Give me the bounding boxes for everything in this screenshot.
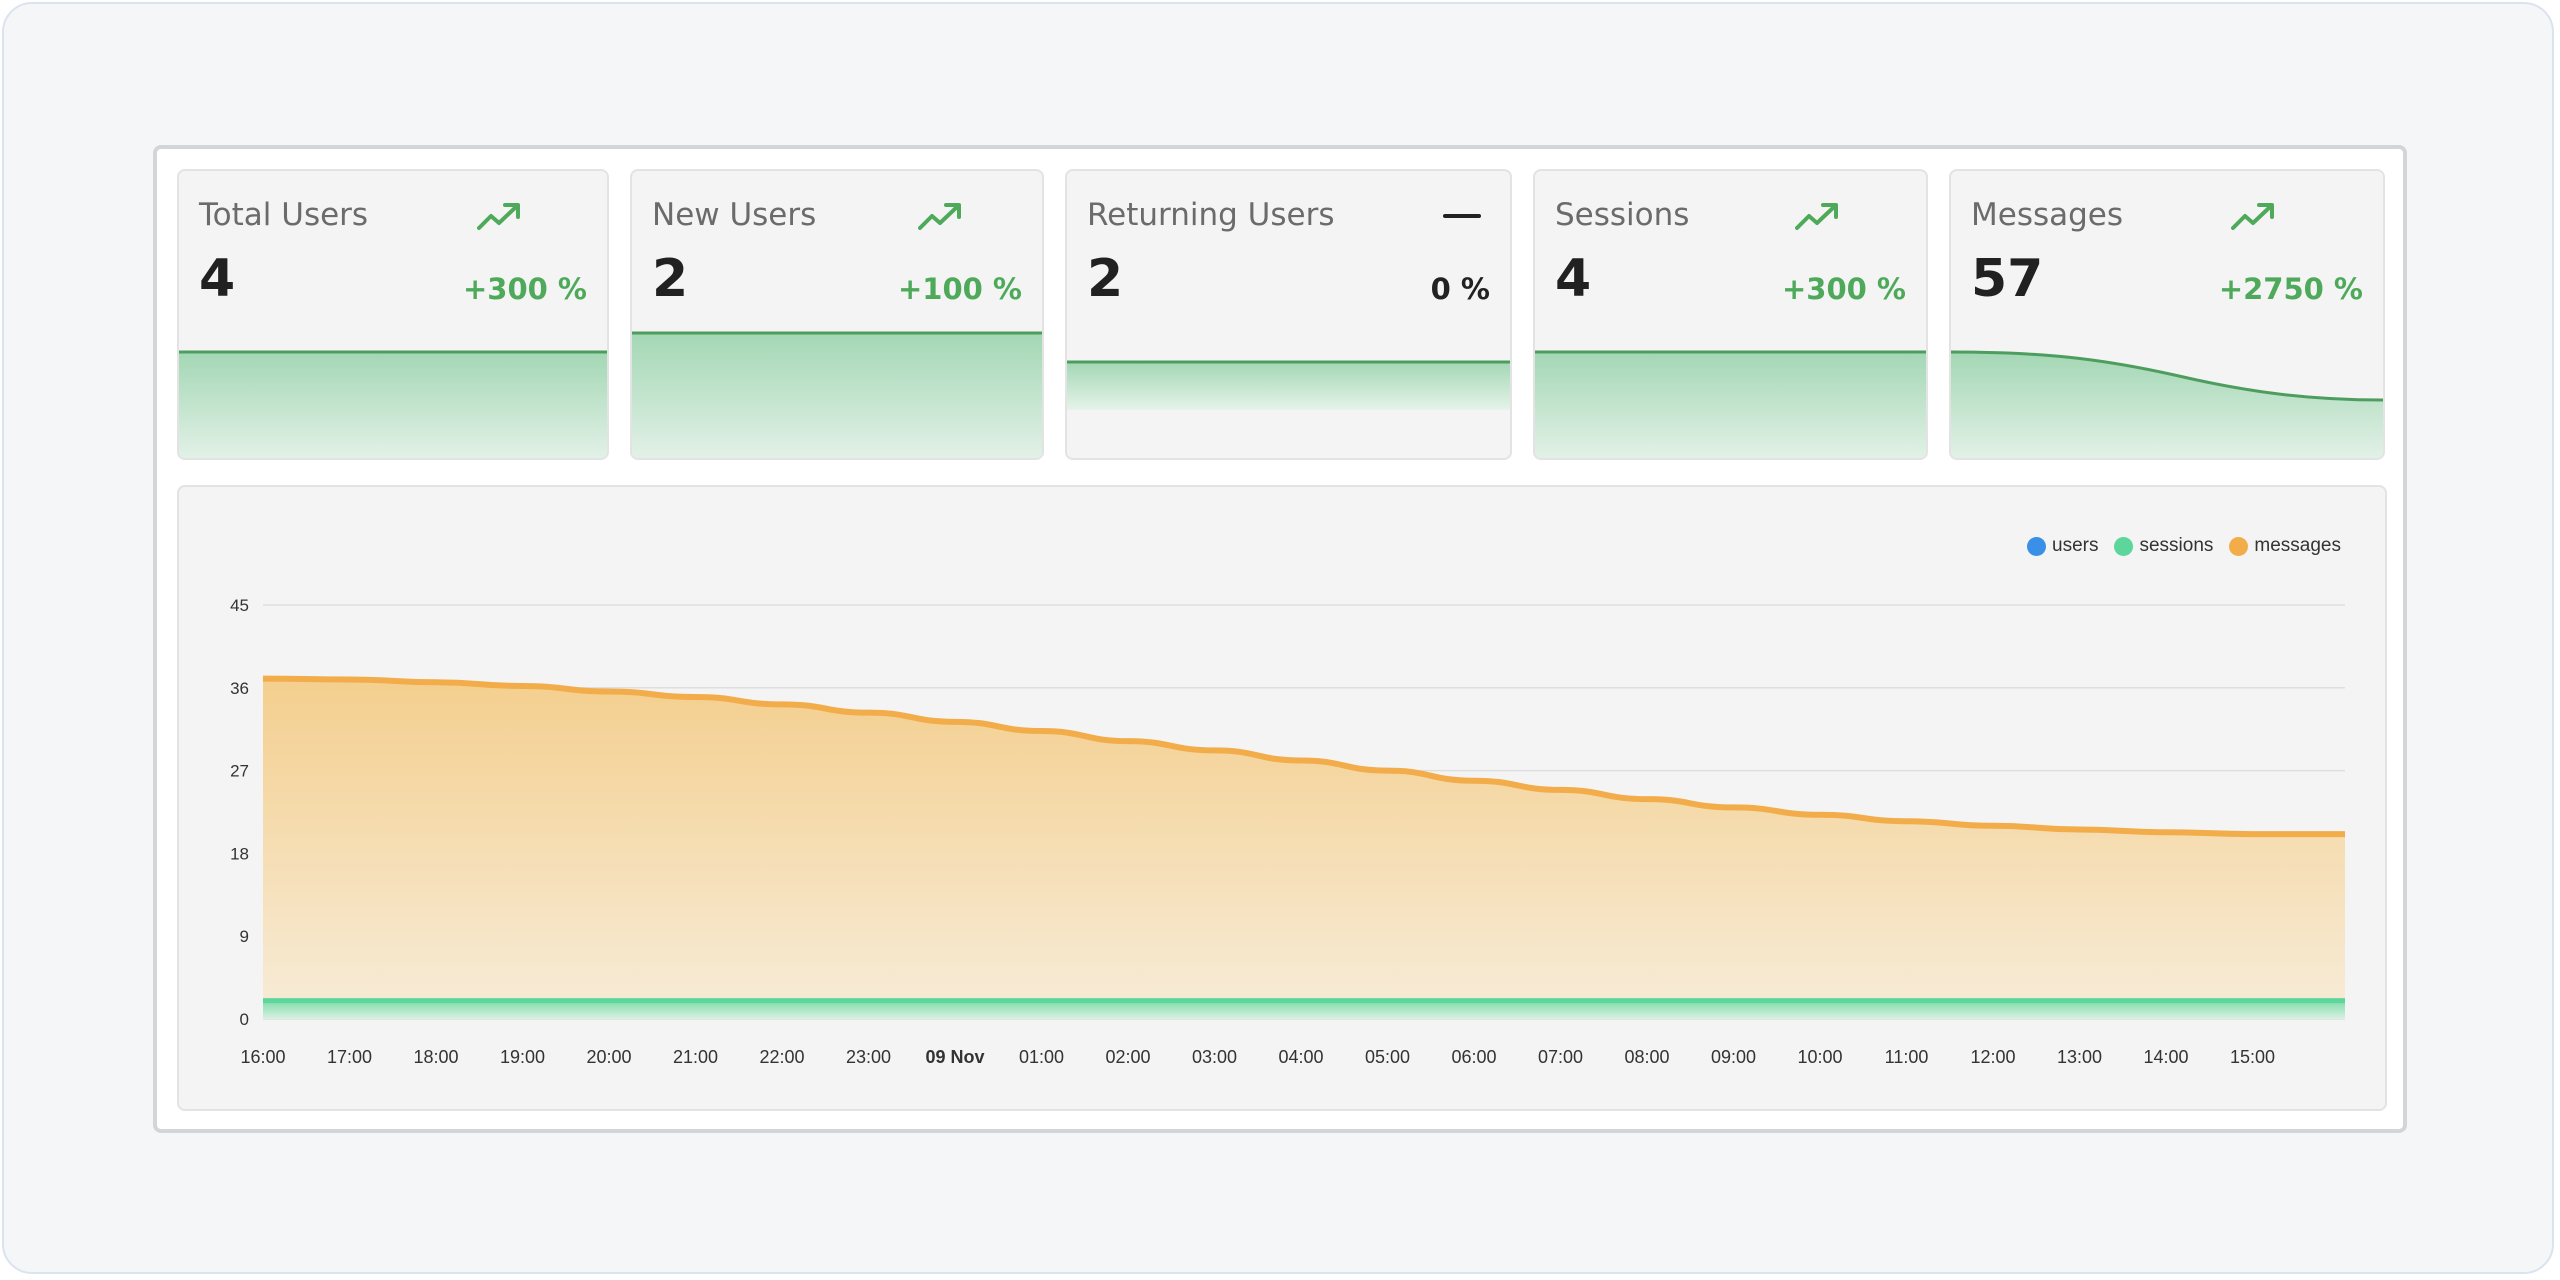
x-tick-label: 13:00 [2057, 1047, 2102, 1067]
y-tick-label: 36 [230, 679, 249, 698]
card-new-users[interactable]: New Users 2 +100 % [630, 169, 1044, 460]
x-tick-label: 20:00 [586, 1047, 631, 1067]
x-tick-label: 10:00 [1797, 1047, 1842, 1067]
chart-plot: 0 9 18 27 36 45 16:00 17:00 18:00 19:00 20:00 21:00… [230, 596, 2345, 1067]
x-tick-label: 12:00 [1970, 1047, 2015, 1067]
x-tick-label: 08:00 [1624, 1047, 1669, 1067]
x-tick-label: 22:00 [759, 1047, 804, 1067]
card-title: Messages [1971, 197, 2124, 233]
x-tick-label: 19:00 [500, 1047, 545, 1067]
card-change: +300 % [1782, 272, 1906, 306]
card-change: +100 % [898, 272, 1022, 306]
card-change: 0 % [1430, 272, 1490, 306]
card-value: 2 [1087, 249, 1124, 309]
x-tick-label: 11:00 [1885, 1047, 1929, 1067]
x-tick-label: 06:00 [1451, 1047, 1496, 1067]
card-sparkline [1067, 360, 1510, 410]
x-tick-label: 09:00 [1711, 1047, 1756, 1067]
x-tick-label: 15:00 [2230, 1047, 2275, 1067]
card-messages[interactable]: Messages 57 +2750 % [1949, 169, 2385, 460]
x-tick-label: 01:00 [1019, 1047, 1064, 1067]
card-value: 57 [1971, 249, 2044, 309]
x-tick-label: 07:00 [1538, 1047, 1583, 1067]
x-tick-label: 17:00 [327, 1047, 372, 1067]
x-tick-label: 05:00 [1365, 1047, 1410, 1067]
x-tick-label: 09 Nov [925, 1047, 984, 1067]
y-tick-label: 9 [240, 927, 249, 946]
card-sparkline [1535, 350, 1926, 458]
trending-up-icon [918, 203, 961, 230]
card-value: 4 [199, 249, 236, 309]
card-sessions[interactable]: Sessions 4 +300 % [1533, 169, 1928, 460]
activity-chart: users sessions messages 0 9 18 27 36 45 … [177, 485, 2387, 1111]
x-tick-label: 02:00 [1105, 1047, 1150, 1067]
card-returning-users[interactable]: Returning Users 2 0 % [1065, 169, 1512, 460]
card-sparkline [1951, 350, 2383, 458]
trending-up-icon [2231, 203, 2274, 230]
card-sparkline [179, 350, 607, 458]
card-title: Sessions [1555, 197, 1690, 233]
series-area-sessions [263, 1000, 2345, 1019]
x-tick-label: 21:00 [673, 1047, 718, 1067]
y-tick-label: 27 [230, 762, 249, 781]
x-tick-label: 18:00 [413, 1047, 458, 1067]
card-total-users[interactable]: Total Users 4 +300 % [177, 169, 609, 460]
card-value: 4 [1555, 249, 1592, 309]
card-title: Returning Users [1087, 197, 1335, 233]
trending-up-icon [1795, 203, 1838, 230]
dashboard-panel: Total Users 4 +300 % New Users 2 +100 % … [153, 145, 2407, 1133]
y-tick-label: 18 [230, 844, 249, 863]
y-tick-label: 45 [230, 596, 249, 615]
y-tick-label: 0 [240, 1010, 249, 1029]
card-change: +2750 % [2218, 272, 2363, 306]
card-sparkline [632, 331, 1042, 458]
card-title: Total Users [199, 197, 369, 233]
x-tick-label: 16:00 [240, 1047, 285, 1067]
flat-trend-icon [1443, 214, 1481, 218]
series-area-messages [263, 678, 2345, 1019]
x-tick-label: 04:00 [1278, 1047, 1323, 1067]
x-tick-label: 03:00 [1192, 1047, 1237, 1067]
card-value: 2 [652, 249, 689, 309]
trending-up-icon [477, 203, 520, 230]
card-title: New Users [652, 197, 817, 233]
x-tick-label: 23:00 [846, 1047, 891, 1067]
card-change: +300 % [463, 272, 587, 306]
x-tick-label: 14:00 [2143, 1047, 2188, 1067]
